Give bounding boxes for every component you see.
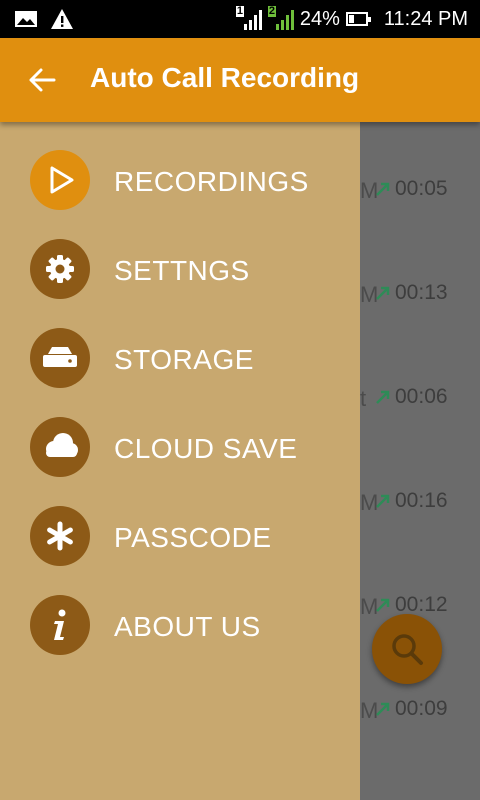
duration: 00:09 — [395, 697, 448, 720]
image-icon — [15, 11, 37, 27]
list-item: M 00:05 — [360, 177, 448, 203]
drawer-item-label: RECORDINGS — [114, 166, 309, 197]
outgoing-call-icon — [376, 494, 390, 508]
outgoing-call-icon — [376, 598, 390, 612]
duration: 00:05 — [395, 177, 448, 200]
drawer-item-label: STORAGE — [114, 344, 254, 375]
signal-icon-sim1: 1 — [235, 5, 262, 32]
drawer-item-label: ABOUT US — [114, 611, 261, 642]
drawer-item-label: PASSCODE — [114, 522, 272, 553]
outgoing-call-icon — [376, 182, 390, 196]
play-icon — [30, 150, 90, 210]
app-bar: Auto Call Recording — [0, 38, 480, 122]
drive-icon — [30, 328, 90, 388]
navigation-drawer: RECORDINGS SETTNGS STORAGE CLOUD SAVE PA… — [0, 122, 360, 800]
asterisk-icon — [30, 506, 90, 566]
drawer-item-settings[interactable]: SETTNGS — [0, 227, 360, 313]
status-right: 1 2 24% 11:24 PM — [235, 0, 468, 38]
search-icon — [392, 634, 423, 665]
drawer-item-passcode[interactable]: PASSCODE — [0, 494, 360, 580]
outgoing-call-icon — [376, 702, 390, 716]
back-arrow-icon[interactable] — [24, 62, 60, 98]
list-item: M 00:16 — [360, 489, 448, 515]
background-recordings-list: M 00:05 M 00:13 t 00:06 M 00:16 M 00:12 … — [360, 122, 480, 800]
list-item: M 00:13 — [360, 281, 448, 307]
drawer-item-storage[interactable]: STORAGE — [0, 316, 360, 402]
clock: 11:24 PM — [383, 7, 468, 30]
app-title: Auto Call Recording — [90, 62, 360, 93]
signal-icon-sim2: 2 — [267, 5, 294, 32]
info-icon — [30, 595, 90, 655]
list-item: t 00:06 — [360, 385, 448, 411]
status-left-icons — [14, 8, 74, 30]
drawer-item-label: SETTNGS — [114, 255, 250, 286]
outgoing-call-icon — [376, 390, 390, 404]
gear-icon — [30, 239, 90, 299]
cloud-icon — [30, 417, 90, 477]
sim2-label: 2 — [267, 5, 276, 17]
battery-percent: 24% — [299, 7, 340, 30]
duration: 00:13 — [395, 281, 448, 304]
drawer-item-recordings[interactable]: RECORDINGS — [0, 138, 360, 224]
duration: 00:16 — [395, 489, 448, 512]
duration: 00:06 — [395, 385, 448, 408]
search-fab-button[interactable] — [372, 614, 442, 684]
sim1-label: 1 — [235, 5, 244, 17]
status-bar: 1 2 24% 11:24 PM — [0, 0, 480, 38]
battery-icon — [345, 12, 371, 26]
drawer-item-about-us[interactable]: ABOUT US — [0, 583, 360, 669]
drawer-item-cloud-save[interactable]: CLOUD SAVE — [0, 405, 360, 491]
drawer-item-label: CLOUD SAVE — [114, 433, 298, 464]
outgoing-call-icon — [376, 286, 390, 300]
warning-icon — [51, 9, 73, 29]
list-item: M 00:09 — [360, 697, 448, 723]
